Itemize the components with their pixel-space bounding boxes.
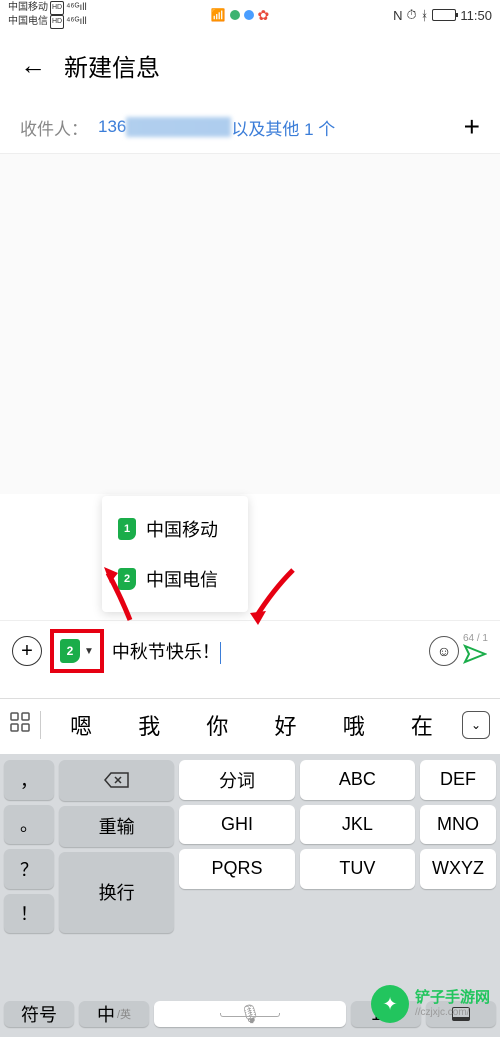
send-button[interactable] (463, 644, 487, 670)
status-center: 📶✿ (211, 7, 270, 24)
key-wxyz[interactable]: WXYZ (420, 849, 496, 889)
key-ghi[interactable]: GHI (179, 805, 294, 845)
recipients-row: 收件人： 136 以及其他 1 个 + (0, 101, 500, 154)
text-cursor (220, 642, 222, 664)
candidate-5[interactable]: 在 (411, 709, 433, 741)
status-right: N ⏱ ᚼ 11:50 (393, 7, 492, 23)
sim-name-2: 中国电信 (146, 566, 218, 592)
emoji-button[interactable]: ☺ (429, 636, 459, 666)
key-abc[interactable]: ABC (300, 760, 415, 800)
sim-selector-highlighted[interactable]: 2 ▼ (50, 629, 104, 673)
header: ← 新建信息 (0, 30, 500, 101)
carrier1: 中国移动 (8, 2, 48, 14)
alarm-icon: ⏱ (406, 7, 416, 23)
key-mno[interactable]: MNO (420, 805, 496, 845)
key-lang[interactable]: 中/英 (79, 1001, 149, 1027)
key-period[interactable]: 。 (4, 805, 54, 845)
key-jkl[interactable]: JKL (300, 805, 415, 845)
page-title: 新建信息 (64, 48, 160, 83)
candidate-4[interactable]: 哦 (343, 709, 365, 741)
key-reinput[interactable]: 重输 (59, 806, 174, 847)
recipient-label: 收件人： (20, 115, 88, 140)
annotation-arrow-2 (248, 565, 298, 625)
chevron-down-icon: ▼ (84, 646, 94, 657)
time: 11:50 (460, 8, 492, 23)
recipient-more[interactable]: 以及其他 1 个 (231, 115, 335, 140)
key-backspace[interactable] (59, 760, 174, 801)
add-recipient-button[interactable]: + (464, 111, 480, 143)
watermark-url: //czjxjc.com/ (415, 1007, 490, 1018)
key-fenci[interactable]: 分词 (179, 760, 294, 800)
annotation-arrow-1 (100, 565, 136, 625)
sim-name-1: 中国移动 (146, 516, 218, 542)
recipient-phone[interactable]: 136 (98, 117, 126, 137)
key-tuv[interactable]: TUV (300, 849, 415, 889)
key-space[interactable]: 🎙 (154, 1001, 346, 1027)
char-counter: 64 / 1 (463, 633, 488, 644)
message-content-area (0, 154, 500, 494)
carrier2: 中国电信 (8, 16, 48, 28)
back-button[interactable]: ← (20, 50, 46, 81)
status-carriers: 中国移动 HD ⁴⁶ᴳıll 中国电信 HD ⁴⁶ᴳıll (8, 1, 87, 29)
ime-candidate-row: 嗯 我 你 好 哦 在 ⌄ (0, 698, 500, 751)
ime-apps-icon[interactable] (10, 712, 30, 738)
key-def[interactable]: DEF (420, 760, 496, 800)
expand-candidates-button[interactable]: ⌄ (462, 711, 490, 739)
battery-icon (432, 9, 456, 21)
sim-option-1[interactable]: 1 中国移动 (102, 504, 248, 554)
sim-badge-1: 1 (118, 518, 136, 540)
candidate-0[interactable]: 嗯 (70, 709, 92, 741)
hd-badge: HD (50, 15, 64, 29)
bluetooth-icon: ᚼ (421, 8, 429, 23)
message-input[interactable]: 中秋节快乐！ (108, 634, 425, 668)
hd-badge: HD (50, 1, 64, 15)
key-pqrs[interactable]: PQRS (179, 849, 294, 889)
watermark-title: 铲子手游网 (415, 990, 490, 1007)
key-comma[interactable]: ， (4, 760, 54, 800)
candidate-1[interactable]: 我 (138, 709, 160, 741)
nfc-icon: N (393, 8, 402, 23)
watermark-logo-icon: ✦ (371, 985, 409, 1023)
key-enter[interactable]: 换行 (59, 852, 174, 934)
key-question[interactable]: ？ (4, 849, 54, 889)
watermark: ✦ 铲子手游网 //czjxjc.com/ (371, 985, 490, 1023)
attachment-button[interactable]: + (12, 636, 42, 666)
candidate-3[interactable]: 好 (275, 709, 297, 741)
recipient-phone-blur (126, 117, 231, 137)
key-symbol[interactable]: 符号 (4, 1001, 74, 1027)
key-exclaim[interactable]: ！ (4, 894, 54, 934)
status-bar: 中国移动 HD ⁴⁶ᴳıll 中国电信 HD ⁴⁶ᴳıll 📶✿ N ⏱ ᚼ 1… (0, 0, 500, 30)
sim-selected-badge: 2 (60, 639, 80, 663)
candidate-2[interactable]: 你 (206, 709, 228, 741)
message-input-row: + 2 ▼ 中秋节快乐！ ☺ 64 / 1 (0, 620, 500, 681)
ime-candidates: 嗯 我 你 好 哦 在 (47, 709, 456, 741)
